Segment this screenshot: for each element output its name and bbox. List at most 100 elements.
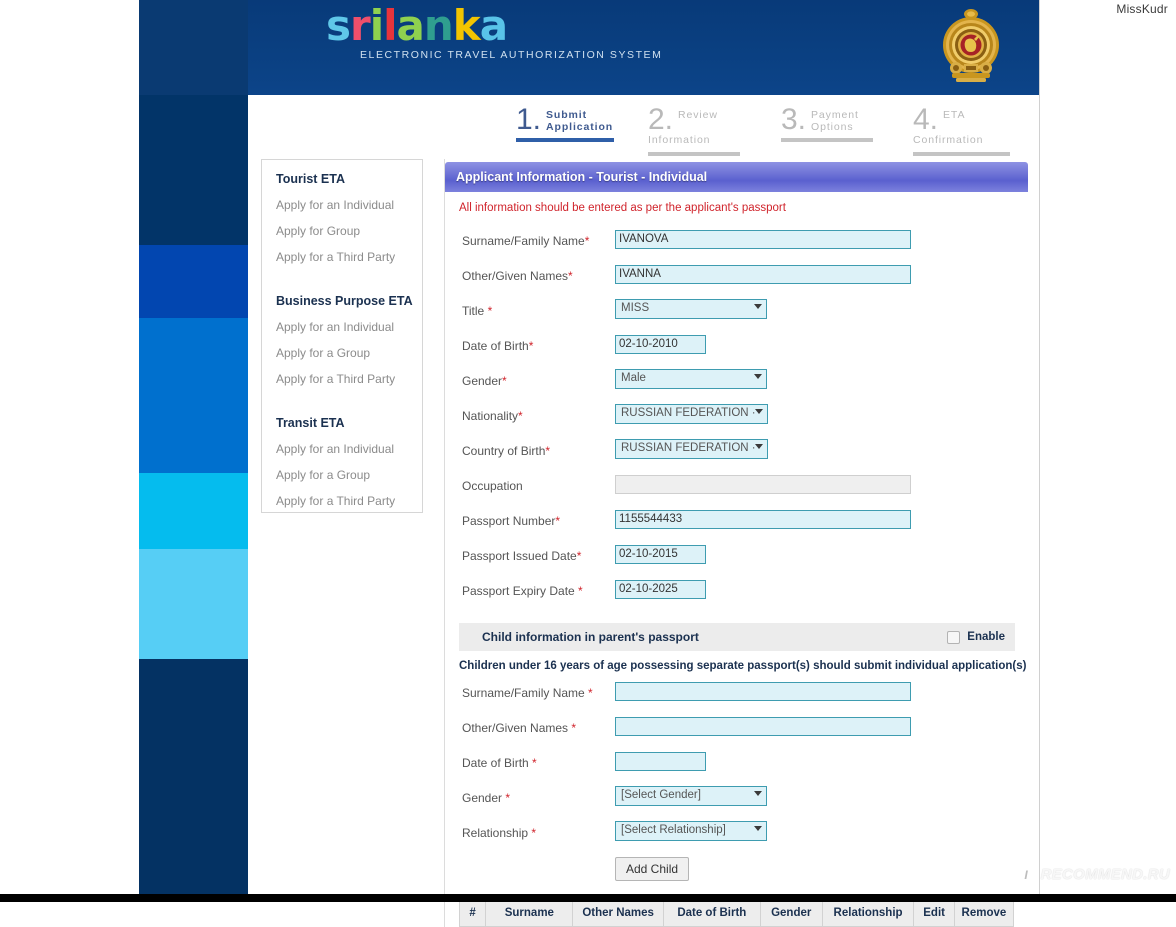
title-select-value: MISS xyxy=(621,302,650,314)
sidebar-item-business-group[interactable]: Apply for a Group xyxy=(276,340,422,366)
sidebar-group-title-transit: Transit ETA xyxy=(276,416,345,430)
step-number: 1. xyxy=(516,103,542,136)
label-nationality: Nationality* xyxy=(462,409,523,423)
surname-input[interactable] xyxy=(615,229,911,249)
field-row-country-of-birth: Country of Birth* RUSSIAN FEDERATION · ? xyxy=(459,436,1029,471)
field-row-passport-issued: Passport Issued Date* ? xyxy=(459,541,1029,576)
title-select[interactable]: MISS xyxy=(615,299,767,319)
field-row-dob: Date of Birth* ? xyxy=(459,331,1029,366)
sidebar-item-tourist-third-party[interactable]: Apply for a Third Party xyxy=(276,244,422,270)
label-child-gender: Gender * xyxy=(462,791,511,805)
nationality-select[interactable]: RUSSIAN FEDERATION · xyxy=(615,404,768,424)
child-relationship-select[interactable]: [Select Relationship] xyxy=(615,821,767,841)
chevron-down-icon xyxy=(755,409,763,414)
logo-letter: r xyxy=(350,1,371,50)
chevron-down-icon xyxy=(754,826,762,831)
field-row-gender: Gender* Male ? xyxy=(459,366,1029,401)
field-row-surname: Surname/Family Name* ? xyxy=(459,226,1029,261)
label-country-of-birth: Country of Birth* xyxy=(462,444,551,458)
country-of-birth-select-value: RUSSIAN FEDERATION · xyxy=(621,442,756,454)
label-dob: Date of Birth* xyxy=(462,339,534,353)
child-enable-checkbox[interactable] xyxy=(947,630,961,644)
page-scrollbar[interactable] xyxy=(1039,0,1040,894)
logo-letter-leaf-icon: i xyxy=(369,1,384,50)
label-surname: Surname/Family Name* xyxy=(462,234,590,248)
dob-input[interactable] xyxy=(615,334,706,354)
step-payment-options[interactable]: 3. Payment Options xyxy=(781,105,873,142)
step-underline xyxy=(648,151,740,156)
field-row-nationality: Nationality* RUSSIAN FEDERATION · ? xyxy=(459,401,1029,436)
logo-letter: a xyxy=(479,1,508,50)
label-title: Title * xyxy=(462,304,493,318)
label-passport-number: Passport Number* xyxy=(462,514,561,528)
label-passport-issued: Passport Issued Date* xyxy=(462,549,582,563)
sidebar-item-tourist-individual[interactable]: Apply for an Individual xyxy=(276,192,422,218)
sidebar-item-transit-third-party[interactable]: Apply for a Third Party xyxy=(276,488,422,514)
field-row-child-given-names: Other/Given Names * ? xyxy=(459,713,1029,748)
col-relationship: Relationship xyxy=(821,899,915,927)
step-eta-confirmation[interactable]: 4. ETA Confirmation xyxy=(913,105,1010,156)
child-gender-select-value: [Select Gender] xyxy=(621,789,701,801)
field-row-child-surname: Surname/Family Name * ? xyxy=(459,678,1029,713)
child-gender-select[interactable]: [Select Gender] xyxy=(615,786,767,806)
given-names-input[interactable] xyxy=(615,264,911,284)
site-banner: srilanka ELECTRONIC TRAVEL AUTHORIZATION… xyxy=(248,0,1040,95)
col-other-names: Other Names xyxy=(572,899,664,927)
child-section-title: Child information in parent's passport xyxy=(482,630,699,644)
step-number: 2. xyxy=(648,103,674,136)
logo-letter: n xyxy=(423,1,454,50)
children-table: # Surname Other Names Date of Birth Gend… xyxy=(458,899,1015,927)
srilanka-logo[interactable]: srilanka ELECTRONIC TRAVEL AUTHORIZATION… xyxy=(326,4,663,62)
label-child-surname: Surname/Family Name * xyxy=(462,686,593,700)
field-row-child-gender: Gender * [Select Gender] ? xyxy=(459,783,1029,818)
applicant-form-panel: Applicant Information - Tourist - Indivi… xyxy=(444,159,1029,927)
sidebar-item-business-individual[interactable]: Apply for an Individual xyxy=(276,314,422,340)
label-child-given-names: Other/Given Names * xyxy=(462,721,577,735)
sidebar-item-transit-individual[interactable]: Apply for an Individual xyxy=(276,436,422,462)
chevron-down-icon xyxy=(754,374,762,379)
sidebar-item-transit-group[interactable]: Apply for a Group xyxy=(276,462,422,488)
bottom-black-strip xyxy=(0,894,1176,902)
step-submit-application[interactable]: 1. Submit Application xyxy=(516,105,614,142)
col-index: # xyxy=(458,899,487,927)
step-underline xyxy=(913,151,1010,156)
field-row-occupation: Occupation ? xyxy=(459,471,1029,506)
logo-tagline: ELECTRONIC TRAVEL AUTHORIZATION SYSTEM xyxy=(360,49,663,61)
passport-expiry-input[interactable] xyxy=(615,579,706,599)
sidebar-item-business-third-party[interactable]: Apply for a Third Party xyxy=(276,366,422,392)
watermark-badge-icon: I xyxy=(1016,865,1036,888)
sidebar-group-title-business: Business Purpose ETA xyxy=(276,294,413,308)
account-name[interactable]: MissKudr xyxy=(1116,2,1168,16)
passport-issued-input[interactable] xyxy=(615,544,706,564)
child-dob-input[interactable] xyxy=(615,751,706,771)
country-of-birth-select[interactable]: RUSSIAN FEDERATION · xyxy=(615,439,768,459)
child-enable-label: Enable xyxy=(967,631,1005,643)
step-underline xyxy=(781,138,873,142)
sidebar-item-tourist-group[interactable]: Apply for Group xyxy=(276,218,422,244)
label-child-dob: Date of Birth * xyxy=(462,756,537,770)
child-surname-input[interactable] xyxy=(615,681,911,701)
main-content: Tourist ETA Apply for an Individual Appl… xyxy=(248,159,1040,927)
logo-letter: s xyxy=(326,1,351,50)
chevron-down-icon xyxy=(754,791,762,796)
step-review-information[interactable]: 2. Review Information xyxy=(648,105,740,156)
progress-steps: 1. Submit Application 2. Review Informat… xyxy=(248,95,1040,159)
table-header-row: # Surname Other Names Date of Birth Gend… xyxy=(458,899,1015,927)
field-row-given-names: Other/Given Names* ? xyxy=(459,261,1029,296)
form-notice: All information should be entered as per… xyxy=(459,202,786,214)
child-given-names-input[interactable] xyxy=(615,716,911,736)
sidebar-group-title-tourist: Tourist ETA xyxy=(276,172,345,186)
add-child-button[interactable]: Add Child xyxy=(615,857,690,881)
chevron-down-icon xyxy=(755,444,763,449)
logo-wordmark: srilanka xyxy=(326,4,662,48)
child-relationship-select-value: [Select Relationship] xyxy=(621,824,726,836)
logo-letter: l xyxy=(383,1,397,50)
sidebar-nav: Tourist ETA Apply for an Individual Appl… xyxy=(261,159,423,513)
label-passport-expiry: Passport Expiry Date * xyxy=(462,584,583,598)
field-row-child-dob: Date of Birth * ? xyxy=(459,748,1029,783)
col-gender: Gender xyxy=(759,899,823,927)
national-emblem-icon xyxy=(943,9,999,82)
child-section-note: Children under 16 years of age possessin… xyxy=(459,660,1027,672)
gender-select[interactable]: Male xyxy=(615,369,767,389)
passport-number-input[interactable] xyxy=(615,509,911,529)
